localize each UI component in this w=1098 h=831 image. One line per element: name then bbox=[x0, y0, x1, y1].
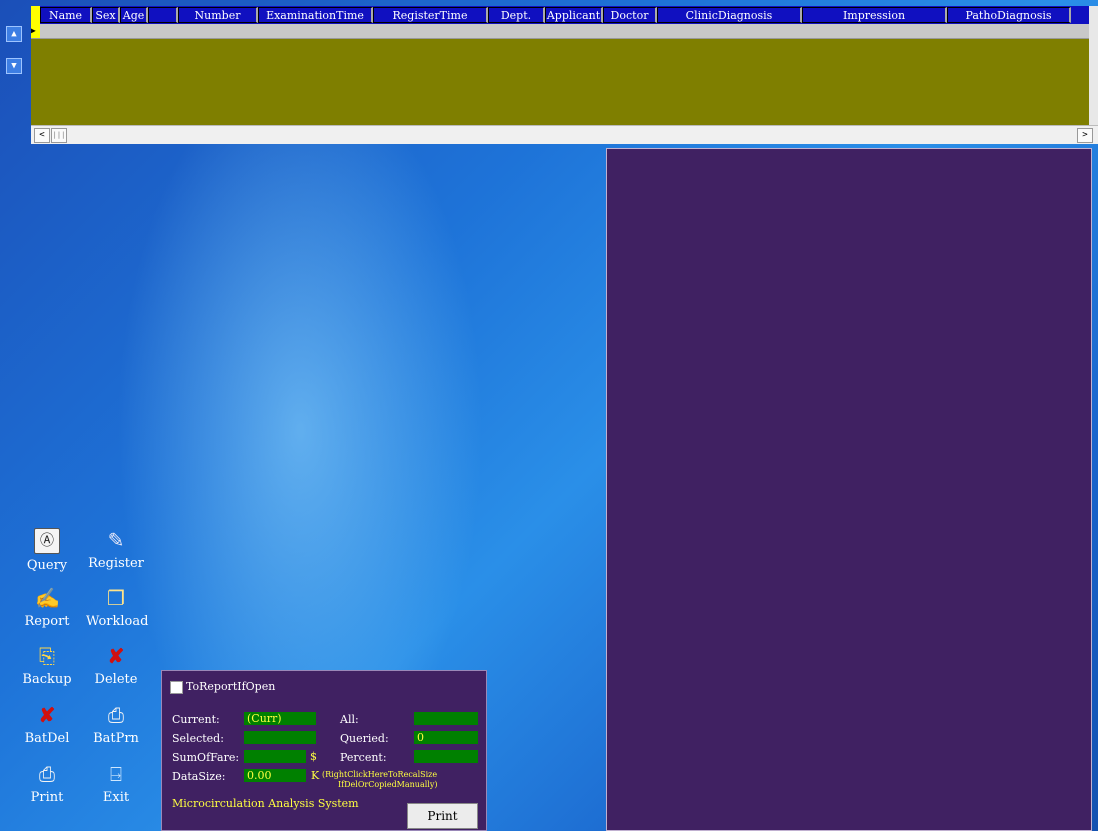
row-indicator-icon: ▶ bbox=[31, 24, 40, 38]
triangle-down-icon: ▼ bbox=[11, 61, 17, 71]
query-button[interactable]: Ⓐ Query bbox=[17, 528, 77, 573]
workload-icon: ❐ bbox=[107, 586, 125, 610]
delete-x-icon: ✘ bbox=[107, 644, 125, 668]
print-tool-button[interactable]: ⎙ Print bbox=[17, 762, 77, 805]
selected-value bbox=[244, 731, 316, 744]
col-header-impression[interactable]: Impression bbox=[802, 7, 947, 23]
col-header-age[interactable]: Age bbox=[120, 7, 148, 23]
statistics-panel: ToReportIfOpen Current: (Curr) All: Sele… bbox=[161, 670, 487, 831]
grid-corner bbox=[31, 6, 40, 24]
currency-symbol: $ bbox=[310, 750, 317, 763]
backup-button[interactable]: ⎘ Backup bbox=[17, 644, 77, 687]
all-value bbox=[414, 712, 478, 725]
register-icon: ✎ bbox=[107, 528, 125, 552]
recalc-size-note[interactable]: (RightClickHereToRecalSize bbox=[322, 770, 437, 779]
data-size-unit: K bbox=[311, 769, 320, 782]
col-header-doctor[interactable]: Doctor bbox=[603, 7, 657, 23]
scroll-left-button[interactable]: < bbox=[34, 128, 50, 143]
backup-folder-icon: ⎘ bbox=[39, 644, 55, 668]
current-value: (Curr) bbox=[244, 712, 316, 725]
exit-button[interactable]: ⍈ Exit bbox=[86, 762, 146, 805]
row-navigation: ▲ ▼ bbox=[6, 26, 24, 90]
workload-button[interactable]: ❐ Workload bbox=[86, 586, 149, 629]
all-label: All: bbox=[340, 713, 359, 726]
batch-print-icon: ⎙ bbox=[108, 703, 124, 727]
batdel-button[interactable]: ✘ BatDel bbox=[17, 703, 77, 746]
delete-label: Delete bbox=[94, 672, 138, 687]
col-header-sex[interactable]: Sex bbox=[92, 7, 120, 23]
col-header-number[interactable]: Number bbox=[178, 7, 258, 23]
delete-button[interactable]: ✘ Delete bbox=[86, 644, 146, 687]
grid-header: Name Sex Age Number ExaminationTime Regi… bbox=[31, 6, 1089, 24]
to-report-if-open-checkbox[interactable] bbox=[170, 681, 183, 694]
queried-value: 0 bbox=[414, 731, 478, 744]
batprn-button[interactable]: ⎙ BatPrn bbox=[86, 703, 146, 746]
data-size-label: DataSize: bbox=[172, 770, 226, 783]
col-header-applicant[interactable]: Applicant bbox=[545, 7, 603, 23]
scroll-thumb[interactable]: ||| bbox=[51, 128, 67, 143]
report-preview-panel bbox=[606, 148, 1092, 831]
records-grid[interactable]: Name Sex Age Number ExaminationTime Regi… bbox=[31, 6, 1098, 144]
sum-of-fare-value bbox=[244, 750, 306, 763]
batch-delete-x-icon: ✘ bbox=[38, 703, 56, 727]
data-size-value: 0.00 bbox=[244, 769, 306, 782]
register-button[interactable]: ✎ Register bbox=[86, 528, 146, 571]
triangle-up-icon: ▲ bbox=[11, 29, 17, 39]
system-name: Microcirculation Analysis System bbox=[172, 797, 359, 810]
workload-label: Workload bbox=[86, 614, 149, 629]
recalc-size-note-2[interactable]: IfDelOrCopiedManually) bbox=[338, 780, 437, 789]
selected-label: Selected: bbox=[172, 732, 224, 745]
col-header-examination-time[interactable]: ExaminationTime bbox=[258, 7, 373, 23]
query-icon: Ⓐ bbox=[34, 528, 60, 554]
table-row[interactable]: ▶ bbox=[31, 24, 1089, 39]
sum-of-fare-label: SumOfFare: bbox=[172, 751, 240, 764]
percent-label: Percent: bbox=[340, 751, 387, 764]
col-header-blank[interactable] bbox=[148, 7, 178, 23]
col-header-dept[interactable]: Dept. bbox=[488, 7, 545, 23]
report-label: Report bbox=[24, 614, 70, 629]
move-up-button[interactable]: ▲ bbox=[6, 26, 22, 42]
print-tool-label: Print bbox=[30, 790, 64, 805]
current-label: Current: bbox=[172, 713, 220, 726]
printer-icon: ⎙ bbox=[39, 762, 55, 786]
col-header-register-time[interactable]: RegisterTime bbox=[373, 7, 488, 23]
report-icon: ✍ bbox=[35, 586, 60, 610]
report-button[interactable]: ✍ Report bbox=[17, 586, 77, 629]
exit-label: Exit bbox=[102, 790, 130, 805]
exit-door-icon: ⍈ bbox=[110, 762, 122, 786]
to-report-if-open-label: ToReportIfOpen bbox=[186, 680, 276, 693]
col-header-patho-diagnosis[interactable]: PathoDiagnosis bbox=[947, 7, 1071, 23]
col-header-clinic-diagnosis[interactable]: ClinicDiagnosis bbox=[657, 7, 802, 23]
percent-value bbox=[414, 750, 478, 763]
col-header-name[interactable]: Name bbox=[40, 7, 92, 23]
move-down-button[interactable]: ▼ bbox=[6, 58, 22, 74]
print-button[interactable]: Print bbox=[407, 803, 478, 829]
queried-label: Queried: bbox=[340, 732, 389, 745]
horizontal-scrollbar[interactable]: < ||| > bbox=[31, 125, 1098, 144]
scroll-right-button[interactable]: > bbox=[1077, 128, 1093, 143]
batdel-label: BatDel bbox=[24, 731, 70, 746]
vertical-scrollbar[interactable] bbox=[1089, 6, 1098, 126]
query-label: Query bbox=[26, 558, 68, 573]
register-label: Register bbox=[88, 556, 144, 571]
batprn-label: BatPrn bbox=[93, 731, 139, 746]
backup-label: Backup bbox=[22, 672, 72, 687]
